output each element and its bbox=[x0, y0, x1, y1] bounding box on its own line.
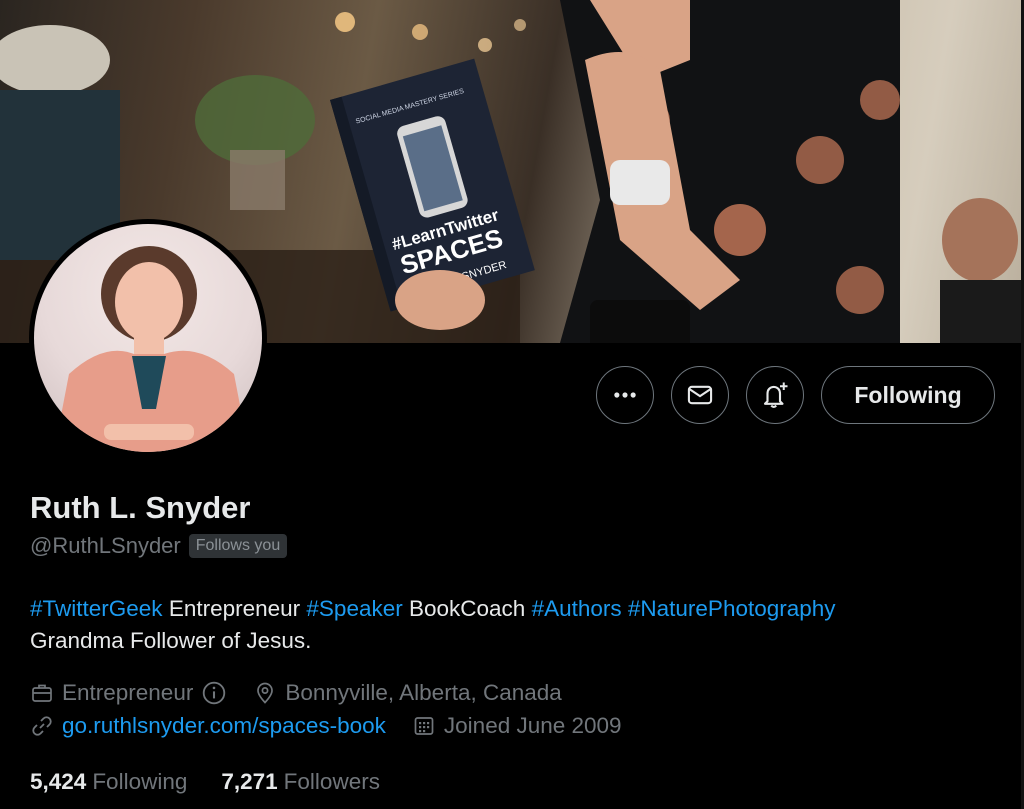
hashtag-link[interactable]: #TwitterGeek bbox=[30, 596, 163, 621]
followers-count: 7,271 bbox=[221, 769, 278, 794]
category-item: Entrepreneur bbox=[30, 680, 227, 706]
link-icon bbox=[32, 716, 52, 736]
profile-bio: #TwitterGeek Entrepreneur #Speaker BookC… bbox=[30, 593, 1000, 657]
bell-plus-icon bbox=[763, 382, 788, 408]
avatar-photo bbox=[34, 224, 262, 452]
message-button[interactable] bbox=[671, 366, 729, 424]
following-button-label: Following bbox=[854, 381, 962, 408]
bio-text: BookCoach bbox=[402, 596, 532, 621]
followers-count-link[interactable]: 7,271 Followers bbox=[221, 769, 380, 795]
joined-label: Joined June 2009 bbox=[443, 713, 622, 738]
hashtag-link[interactable]: #Authors bbox=[532, 596, 622, 621]
following-button[interactable]: Following bbox=[821, 366, 995, 424]
location-label: Bonnyville, Alberta, Canada bbox=[285, 680, 562, 705]
briefcase-icon bbox=[32, 684, 52, 702]
following-count: 5,424 bbox=[30, 769, 87, 794]
bio-line-1: #TwitterGeek Entrepreneur #Speaker BookC… bbox=[30, 593, 1000, 625]
handle-row: @RuthLSnyder Follows you bbox=[30, 533, 288, 559]
following-count-link[interactable]: 5,424 Following bbox=[30, 769, 187, 795]
more-button[interactable] bbox=[596, 366, 654, 424]
location-pin-icon bbox=[257, 682, 274, 704]
profile-name: Ruth L. Snyder bbox=[30, 490, 251, 525]
location-item: Bonnyville, Alberta, Canada bbox=[253, 680, 562, 706]
hashtag-link[interactable]: #NaturePhotography bbox=[628, 596, 836, 621]
profile-handle: @RuthLSnyder bbox=[30, 533, 181, 558]
envelope-icon bbox=[687, 385, 713, 405]
website-item: go.ruthlsnyder.com/spaces-book bbox=[30, 713, 386, 739]
website-link[interactable]: go.ruthlsnyder.com/spaces-book bbox=[62, 713, 386, 739]
notifications-button[interactable] bbox=[746, 366, 804, 424]
calendar-icon bbox=[414, 717, 434, 735]
follows-you-badge: Follows you bbox=[188, 534, 288, 558]
profile-meta-row-1: Entrepreneur Bonnyville, Alberta, Canada bbox=[30, 680, 588, 706]
category-label: Entrepreneur bbox=[62, 680, 194, 705]
more-dots-icon bbox=[614, 392, 636, 398]
followers-label: Followers bbox=[283, 769, 380, 794]
bio-line-2: Grandma Follower of Jesus. bbox=[30, 628, 312, 653]
bio-text: Entrepreneur bbox=[162, 596, 307, 621]
hashtag-link[interactable]: #Speaker bbox=[306, 596, 402, 621]
profile-meta-row-2: go.ruthlsnyder.com/spaces-book Joined Ju… bbox=[30, 713, 648, 739]
following-label: Following bbox=[92, 769, 188, 794]
info-icon[interactable] bbox=[201, 680, 227, 706]
joined-item: Joined June 2009 bbox=[412, 713, 622, 739]
follow-counts: 5,424 Following 7,271 Followers bbox=[30, 769, 414, 795]
profile-avatar[interactable] bbox=[29, 219, 267, 457]
